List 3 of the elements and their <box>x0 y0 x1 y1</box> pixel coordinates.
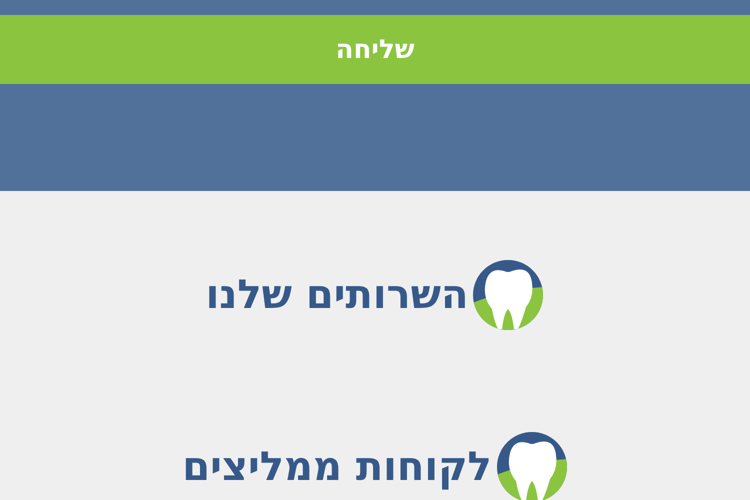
submit-button[interactable]: שליחה <box>0 15 750 84</box>
section-heading: השרותים שלנו <box>206 273 468 317</box>
section-heading: לקוחות ממליצים <box>182 445 492 489</box>
